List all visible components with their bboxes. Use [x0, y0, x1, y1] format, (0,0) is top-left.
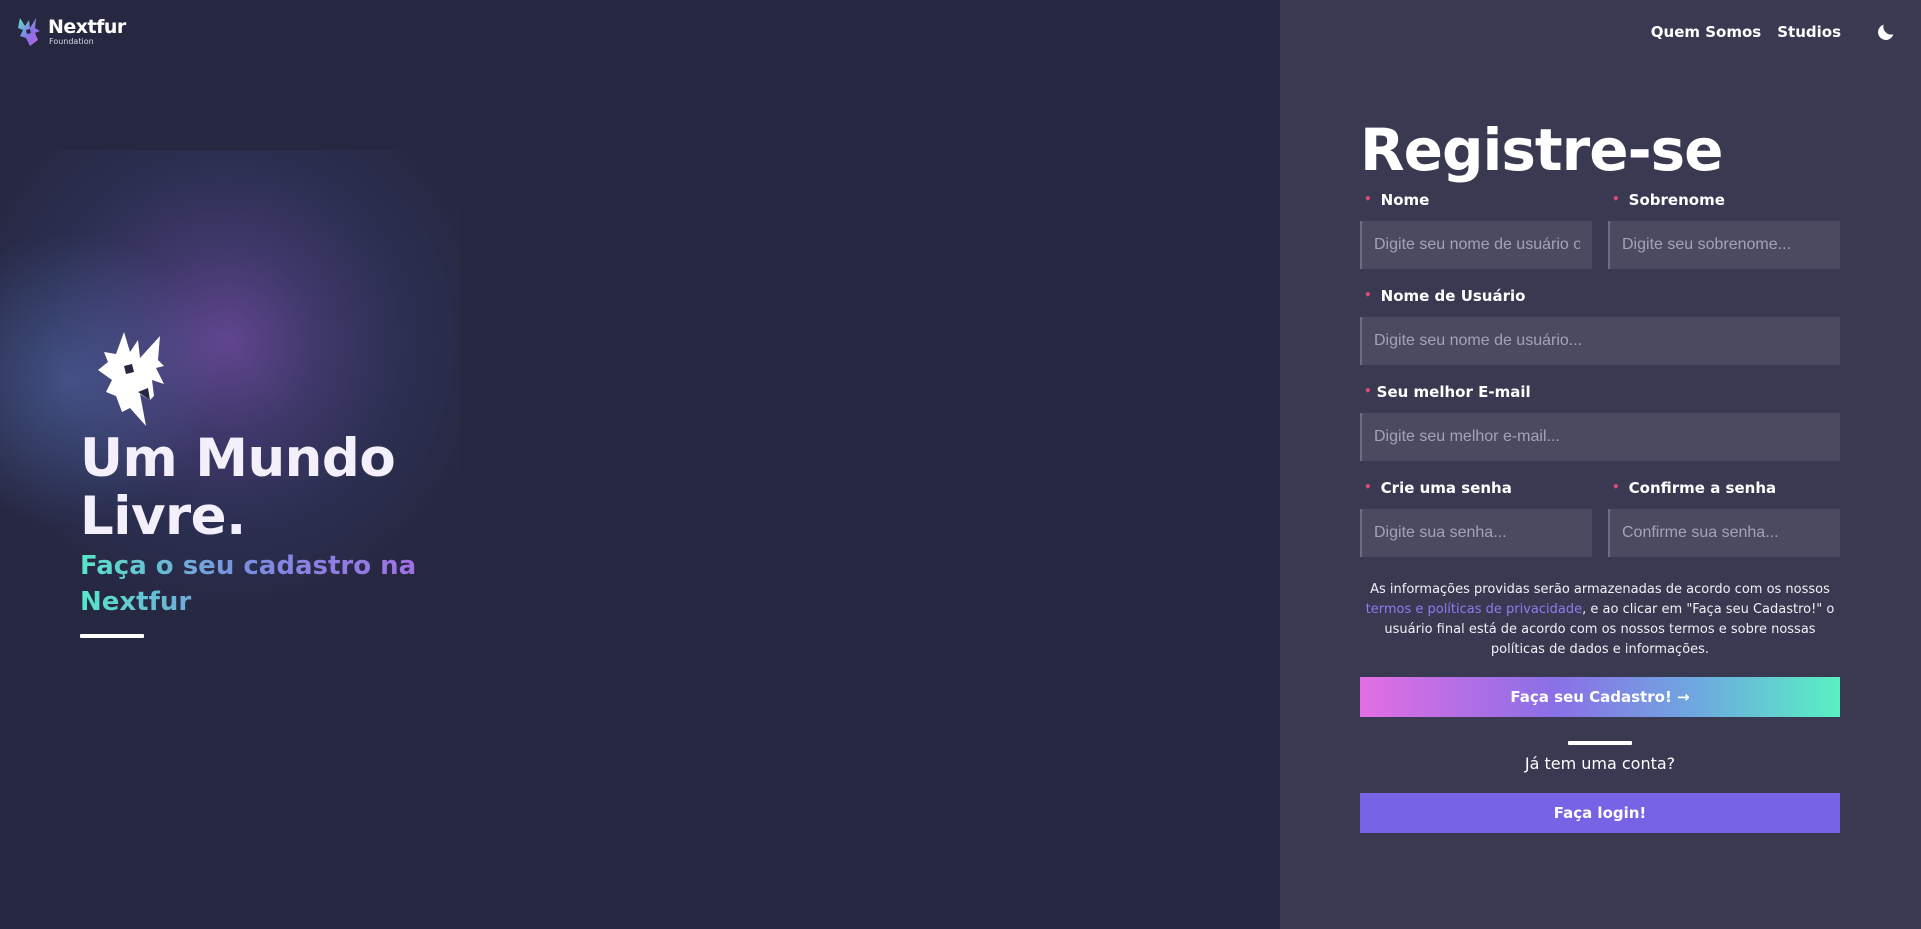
terms-notice: As informações providas serão armazenada… — [1360, 580, 1840, 660]
email-label: • Seu melhor E-mail — [1364, 383, 1531, 401]
brand-name: Nextfur — [48, 16, 126, 38]
username-label: • Nome de Usuário — [1364, 287, 1525, 305]
hero-underline — [80, 634, 144, 638]
required-marker: • — [1364, 384, 1372, 398]
required-marker: • — [1612, 480, 1620, 494]
brand-logo[interactable]: Nextfur Foundation — [16, 16, 126, 48]
password-label-text: Crie uma senha — [1380, 479, 1512, 497]
form-title: Registre-se — [1360, 116, 1724, 184]
confirm-password-input[interactable] — [1608, 509, 1840, 557]
last-name-input[interactable] — [1608, 221, 1840, 269]
nav-link-quem-somos[interactable]: Quem Somos — [1651, 23, 1761, 41]
last-name-label: • Sobrenome — [1612, 191, 1725, 209]
hero-title: Um Mundo Livre. — [80, 428, 396, 547]
email-label-text: Seu melhor E-mail — [1376, 383, 1531, 401]
nextfur-emblem-icon — [98, 332, 164, 426]
hero-subtitle: Faça o seu cadastro na Nextfur — [80, 548, 440, 620]
required-marker: • — [1364, 288, 1372, 302]
last-name-label-text: Sobrenome — [1628, 191, 1725, 209]
register-button[interactable]: Faça seu Cadastro! → — [1360, 677, 1840, 717]
privacy-terms-link[interactable]: termos e políticas de privacidade — [1366, 602, 1583, 617]
password-label: • Crie uma senha — [1364, 479, 1512, 497]
first-name-input[interactable] — [1360, 221, 1592, 269]
moon-icon[interactable] — [1875, 21, 1897, 43]
nextfur-logo-icon — [18, 18, 40, 46]
top-nav: Quem Somos Studios — [1651, 21, 1897, 43]
username-label-text: Nome de Usuário — [1380, 287, 1526, 305]
first-name-label-text: Nome — [1380, 191, 1430, 209]
confirm-password-label-text: Confirme a senha — [1628, 479, 1777, 497]
first-name-label: • Nome — [1364, 191, 1429, 209]
have-account-text: Já tem uma conta? — [1524, 754, 1676, 773]
login-button[interactable]: Faça login! — [1360, 793, 1840, 833]
terms-text-before: As informações providas serão armazenada… — [1370, 582, 1830, 597]
required-marker: • — [1364, 192, 1372, 206]
divider — [1568, 741, 1632, 745]
confirm-password-label: • Confirme a senha — [1612, 479, 1776, 497]
email-input[interactable] — [1360, 413, 1840, 461]
password-input[interactable] — [1360, 509, 1592, 557]
required-marker: • — [1364, 480, 1372, 494]
nav-link-studios[interactable]: Studios — [1777, 23, 1841, 41]
brand-subtitle: Foundation — [49, 37, 94, 46]
required-marker: • — [1612, 192, 1620, 206]
username-input[interactable] — [1360, 317, 1840, 365]
